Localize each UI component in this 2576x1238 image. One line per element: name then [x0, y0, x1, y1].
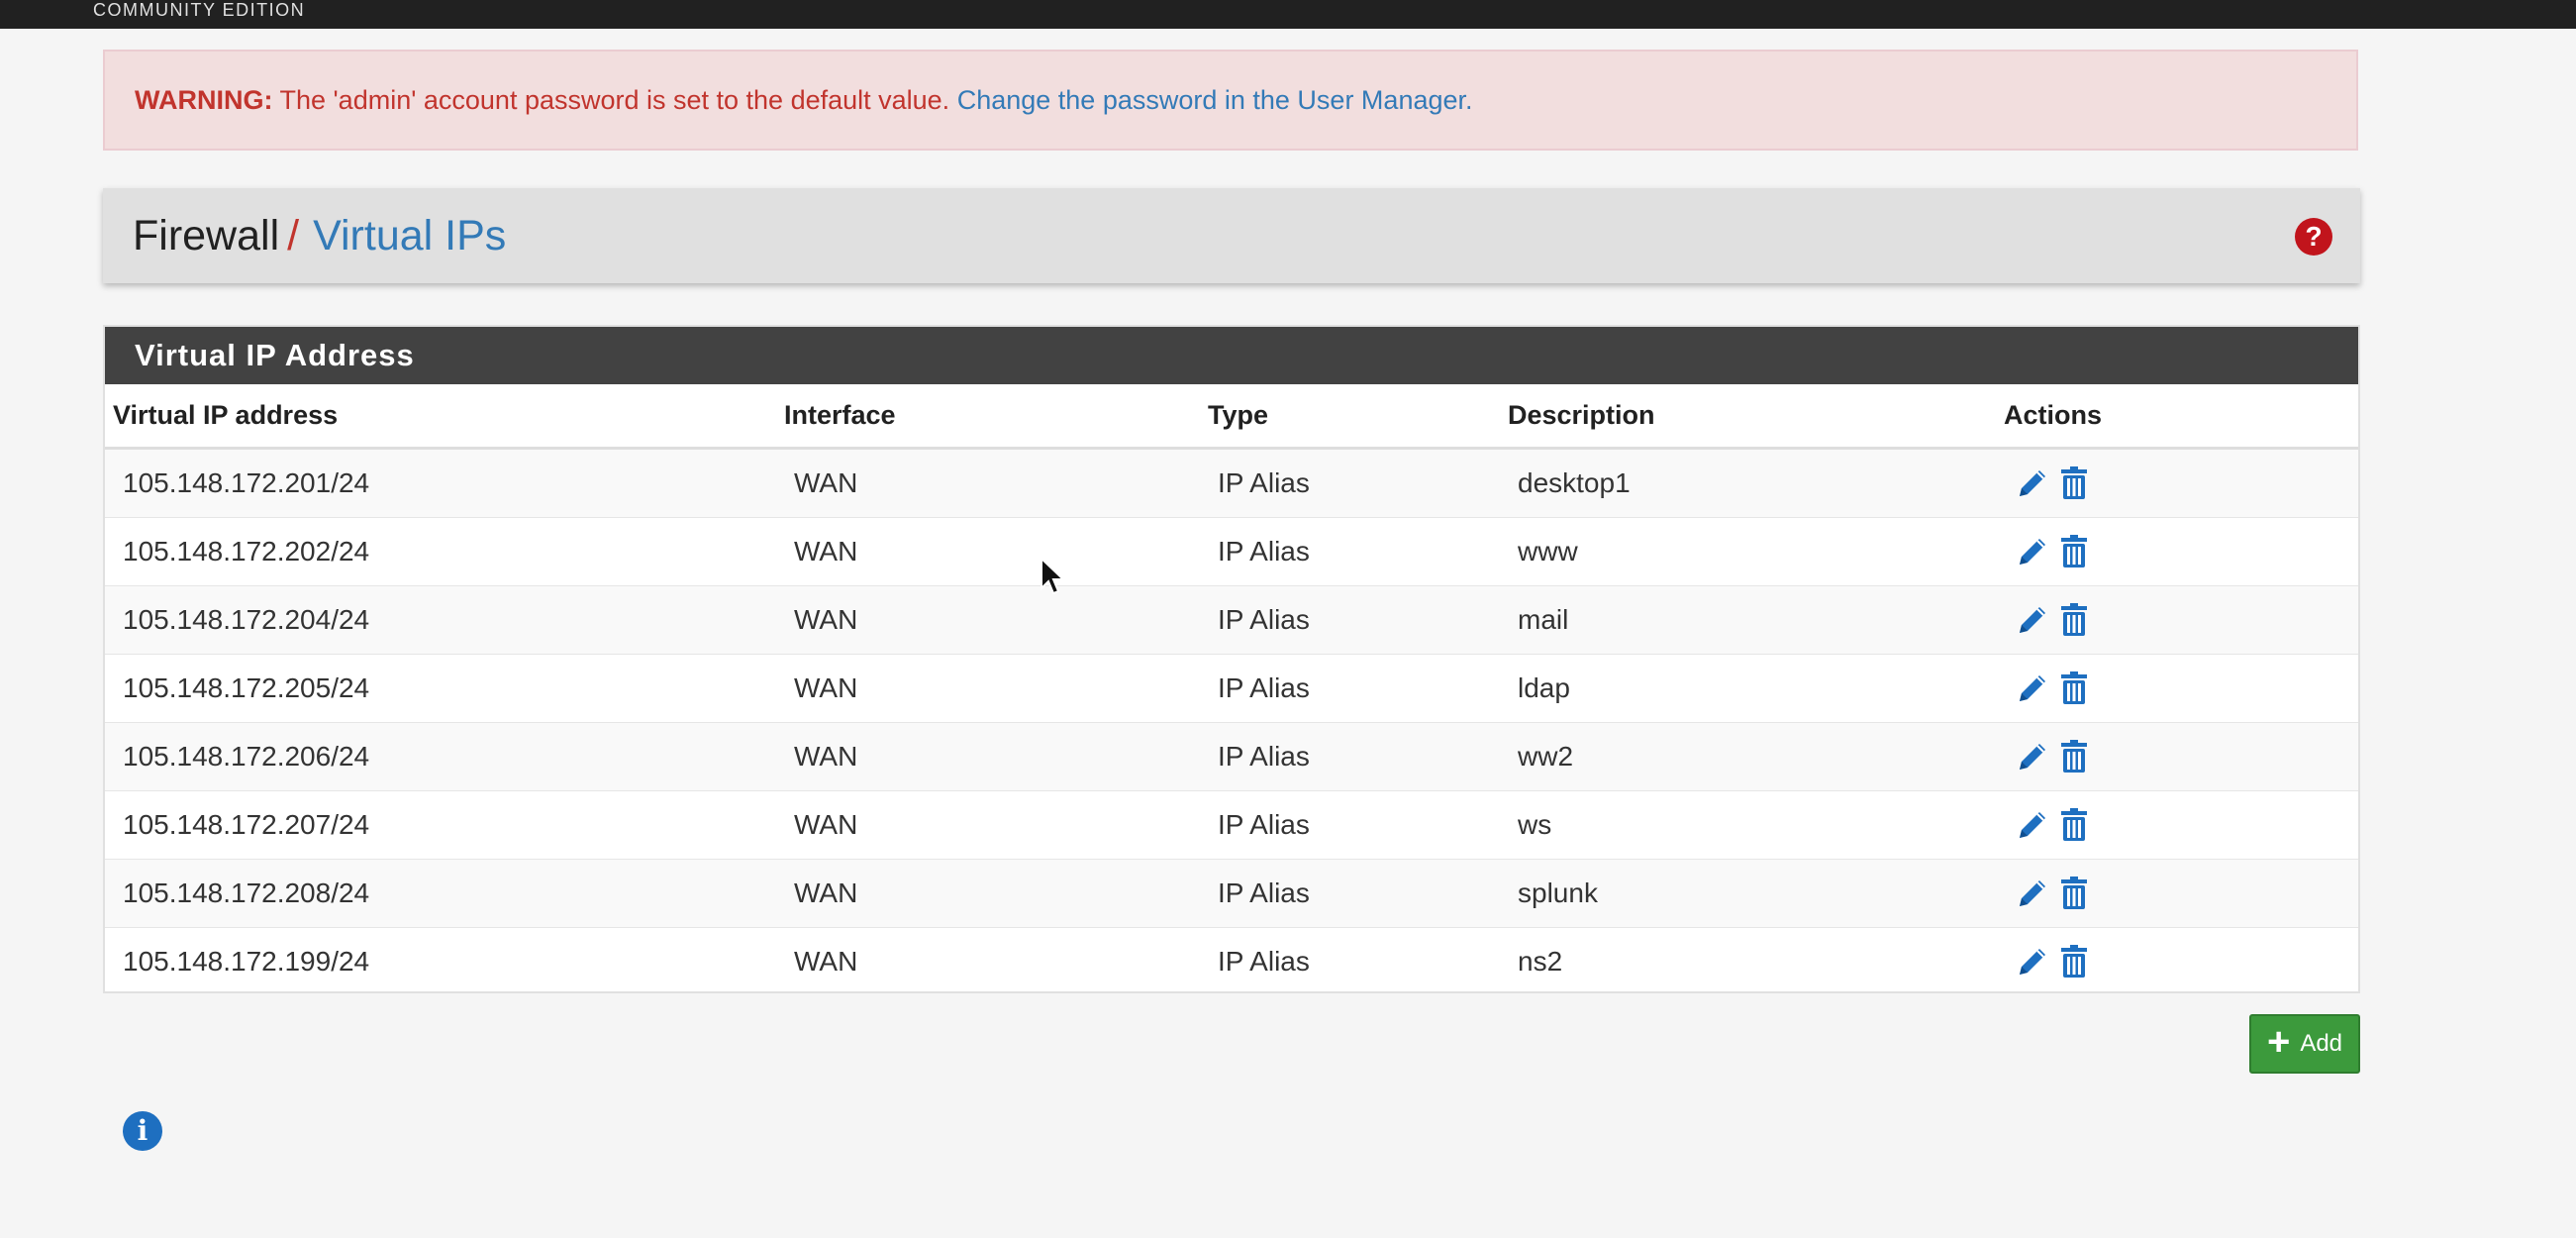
- user-manager-link[interactable]: Change the password in the User Manager.: [957, 85, 1473, 115]
- trash-icon[interactable]: [2055, 601, 2093, 639]
- actions-cell: [1996, 722, 2358, 791]
- interface-cell: WAN: [776, 722, 1200, 791]
- type-cell: IP Alias: [1200, 448, 1500, 518]
- trash-icon[interactable]: [2055, 533, 2093, 570]
- row-actions: [2014, 806, 2358, 844]
- interface-cell: WAN: [776, 790, 1200, 860]
- row-actions: [2014, 670, 2358, 707]
- trash-icon[interactable]: [2055, 464, 2093, 502]
- type-cell: IP Alias: [1200, 859, 1500, 928]
- row-actions: [2014, 601, 2358, 639]
- description-cell: ns2: [1500, 927, 1996, 995]
- description-cell: mail: [1500, 585, 1996, 655]
- default-password-warning: WARNING: The 'admin' account password is…: [103, 50, 2358, 151]
- trash-icon[interactable]: [2055, 670, 2093, 707]
- row-actions: [2014, 464, 2358, 502]
- breadcrumb-virtual-ips[interactable]: Virtual IPs: [313, 212, 506, 259]
- breadcrumb: Firewall / Virtual IPs: [133, 210, 506, 261]
- trash-icon[interactable]: [2055, 943, 2093, 980]
- column-header-type[interactable]: Type: [1200, 384, 1500, 450]
- table-header-row: Virtual IP address Interface Type Descri…: [105, 384, 2358, 450]
- interface-cell: WAN: [776, 585, 1200, 655]
- description-cell: splunk: [1500, 859, 1996, 928]
- actions-cell: [1996, 654, 2358, 723]
- table-row: 105.148.172.202/24 WAN IP Alias www: [105, 517, 2358, 586]
- trash-icon[interactable]: [2055, 806, 2093, 844]
- pencil-icon[interactable]: [2014, 533, 2051, 570]
- ip-cell: 105.148.172.199/24: [105, 927, 776, 995]
- panel-title: Virtual IP Address: [105, 327, 2358, 384]
- row-actions: [2014, 875, 2358, 912]
- description-cell: ldap: [1500, 654, 1996, 723]
- interface-cell: WAN: [776, 859, 1200, 928]
- pencil-icon[interactable]: [2014, 806, 2051, 844]
- pencil-icon[interactable]: [2014, 464, 2051, 502]
- type-cell: IP Alias: [1200, 722, 1500, 791]
- table-row: 105.148.172.199/24 WAN IP Alias ns2: [105, 927, 2358, 995]
- ip-cell: 105.148.172.207/24: [105, 790, 776, 860]
- table-row: 105.148.172.205/24 WAN IP Alias ldap: [105, 654, 2358, 723]
- actions-cell: [1996, 585, 2358, 655]
- pencil-icon[interactable]: [2014, 943, 2051, 980]
- virtual-ip-table: Virtual IP address Interface Type Descri…: [105, 384, 2358, 995]
- ip-cell: 105.148.172.204/24: [105, 585, 776, 655]
- interface-cell: WAN: [776, 517, 1200, 586]
- table-row: 105.148.172.201/24 WAN IP Alias desktop1: [105, 448, 2358, 518]
- actions-cell: [1996, 517, 2358, 586]
- plus-icon: +: [2266, 1020, 2291, 1064]
- table-row: 105.148.172.204/24 WAN IP Alias mail: [105, 585, 2358, 655]
- type-cell: IP Alias: [1200, 517, 1500, 586]
- warning-label: WARNING:: [135, 85, 273, 115]
- ip-cell: 105.148.172.201/24: [105, 448, 776, 518]
- description-cell: www: [1500, 517, 1996, 586]
- description-cell: ws: [1500, 790, 1996, 860]
- help-icon[interactable]: ?: [2295, 218, 2332, 256]
- type-cell: IP Alias: [1200, 927, 1500, 995]
- column-header-actions: Actions: [1996, 384, 2358, 450]
- pencil-icon[interactable]: [2014, 738, 2051, 775]
- ip-cell: 105.148.172.206/24: [105, 722, 776, 791]
- type-cell: IP Alias: [1200, 790, 1500, 860]
- interface-cell: WAN: [776, 927, 1200, 995]
- actions-cell: [1996, 448, 2358, 518]
- table-row: 105.148.172.206/24 WAN IP Alias ww2: [105, 722, 2358, 791]
- description-cell: ww2: [1500, 722, 1996, 791]
- pencil-icon[interactable]: [2014, 601, 2051, 639]
- row-actions: [2014, 533, 2358, 570]
- trash-icon[interactable]: [2055, 738, 2093, 775]
- add-button[interactable]: + Add: [2249, 1014, 2360, 1074]
- ip-cell: 105.148.172.208/24: [105, 859, 776, 928]
- breadcrumb-separator: /: [287, 212, 300, 259]
- ip-cell: 105.148.172.202/24: [105, 517, 776, 586]
- column-header-description[interactable]: Description: [1500, 384, 1996, 450]
- edition-label: COMMUNITY EDITION: [93, 0, 306, 20]
- table-row: 105.148.172.207/24 WAN IP Alias ws: [105, 790, 2358, 860]
- trash-icon[interactable]: [2055, 875, 2093, 912]
- type-cell: IP Alias: [1200, 654, 1500, 723]
- virtual-ip-panel: Virtual IP Address Virtual IP address In…: [103, 325, 2360, 995]
- pencil-icon[interactable]: [2014, 670, 2051, 707]
- page-header: Firewall / Virtual IPs ?: [103, 188, 2360, 283]
- type-cell: IP Alias: [1200, 585, 1500, 655]
- ip-cell: 105.148.172.205/24: [105, 654, 776, 723]
- table-row: 105.148.172.208/24 WAN IP Alias splunk: [105, 859, 2358, 928]
- breadcrumb-firewall[interactable]: Firewall: [133, 212, 279, 259]
- row-actions: [2014, 943, 2358, 980]
- info-icon[interactable]: i: [123, 1111, 162, 1151]
- mouse-cursor-icon: [1040, 557, 1065, 595]
- actions-cell: [1996, 927, 2358, 995]
- interface-cell: WAN: [776, 654, 1200, 723]
- interface-cell: WAN: [776, 448, 1200, 518]
- pencil-icon[interactable]: [2014, 875, 2051, 912]
- row-actions: [2014, 738, 2358, 775]
- column-header-ip[interactable]: Virtual IP address: [105, 384, 776, 450]
- actions-cell: [1996, 790, 2358, 860]
- actions-cell: [1996, 859, 2358, 928]
- add-button-label: Add: [2300, 1030, 2343, 1057]
- column-header-interface[interactable]: Interface: [776, 384, 1200, 450]
- top-navbar: COMMUNITY EDITION: [0, 0, 2576, 29]
- warning-message: The 'admin' account password is set to t…: [279, 85, 950, 115]
- description-cell: desktop1: [1500, 448, 1996, 518]
